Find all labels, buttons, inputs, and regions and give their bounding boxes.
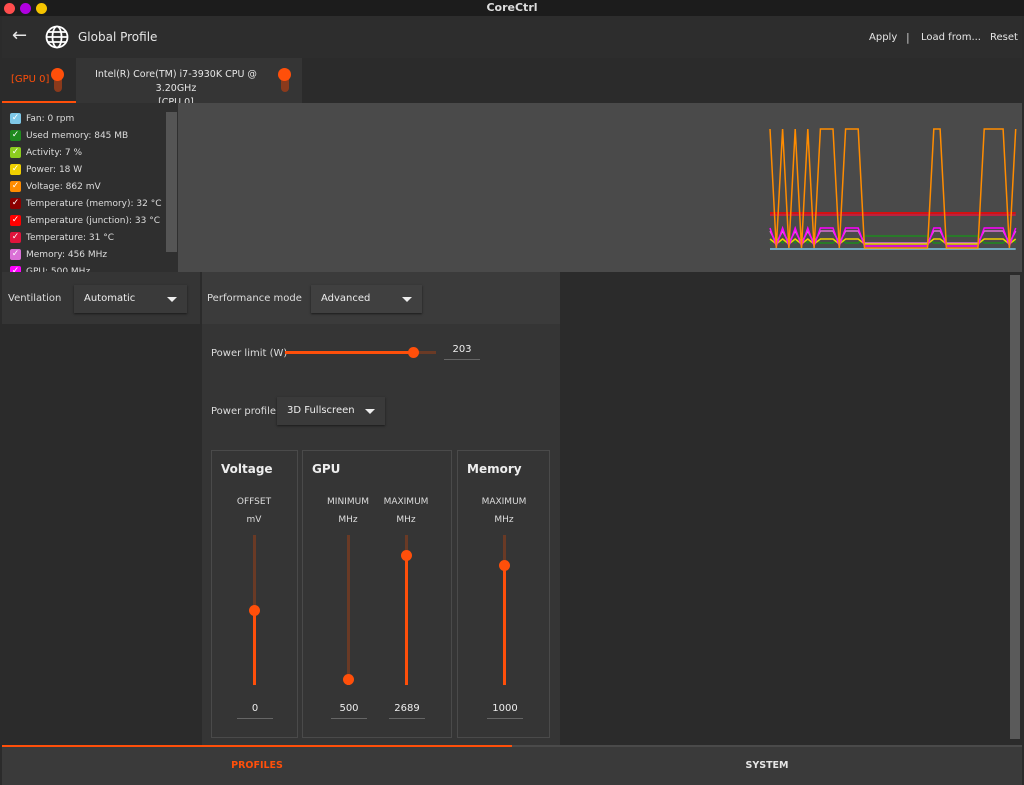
tab-cpu-0[interactable]: Intel(R) Core(TM) i7-3930K CPU @ 3.20GHz… [76, 58, 302, 108]
window-title: CoreCtrl [486, 1, 538, 14]
gpu-box: GPU [302, 450, 452, 738]
sensor-label: Activity: 7 % [26, 147, 83, 158]
sensor-label: Fan: 0 rpm [26, 113, 75, 124]
column-name: MINIMUM [327, 497, 369, 507]
sensor-item[interactable]: ✓ Voltage: 862 mV [10, 178, 101, 195]
memory-title: Memory [467, 462, 522, 476]
sensor-label: Memory: 456 MHz [26, 249, 108, 260]
column-name: OFFSET [236, 497, 272, 507]
chevron-down-icon [365, 409, 375, 414]
sensor-item[interactable]: ✓ Used memory: 845 MB [10, 127, 128, 144]
column-unit: MHz [338, 515, 358, 525]
performance-mode-dropdown[interactable]: Advanced [311, 285, 422, 313]
checkbox-checked-icon[interactable]: ✓ [10, 232, 21, 243]
power-limit-label: Power limit (W) [211, 348, 288, 359]
vertical-slider[interactable] [499, 535, 510, 685]
chevron-down-icon [167, 297, 177, 302]
ventilation-label: Ventilation [8, 293, 62, 304]
checkbox-checked-icon[interactable]: ✓ [10, 130, 21, 141]
sensor-item[interactable]: ✓ Power: 18 W [10, 161, 82, 178]
tab-profiles[interactable]: PROFILES [2, 745, 512, 785]
sensor-item[interactable]: ✓ Memory: 456 MHz [10, 246, 107, 263]
sensor-label: Power: 18 W [26, 164, 83, 175]
sensor-item[interactable]: ✓ Activity: 7 % [10, 144, 82, 161]
sensor-item[interactable]: ✓ Temperature (memory): 32 °C [10, 195, 162, 212]
column-name: MAXIMUM [383, 497, 429, 507]
column-value[interactable]: 0 [237, 703, 273, 719]
device-tabs: [GPU 0] Intel(R) Core(TM) i7-3930K CPU @… [2, 58, 1022, 108]
sensor-label: Temperature (memory): 32 °C [26, 198, 162, 209]
sensor-label: Used memory: 845 MB [26, 130, 129, 141]
reset-button[interactable]: Reset [990, 32, 1018, 43]
ventilation-dropdown[interactable]: Automatic [74, 285, 187, 313]
main-scrollbar[interactable] [1010, 275, 1020, 739]
minimize-window-button[interactable] [20, 3, 31, 14]
checkbox-checked-icon[interactable]: ✓ [10, 249, 21, 260]
back-arrow-icon[interactable]: ← [12, 25, 27, 46]
performance-mode-label: Performance mode [207, 293, 302, 304]
sensor-item[interactable]: ✓ Temperature: 31 °C [10, 229, 114, 246]
column-unit: mV [246, 515, 262, 525]
checkbox-checked-icon[interactable]: ✓ [10, 198, 21, 209]
power-limit-value[interactable]: 203 [444, 344, 480, 360]
voltage-title: Voltage [221, 462, 273, 476]
title-bar: CoreCtrl [0, 0, 1024, 16]
column-value[interactable]: 1000 [487, 703, 523, 719]
vertical-slider[interactable] [249, 535, 260, 685]
apply-button[interactable]: Apply [869, 32, 897, 43]
checkbox-checked-icon[interactable]: ✓ [10, 215, 21, 226]
device-toggle[interactable] [278, 68, 291, 92]
column-unit: MHz [494, 515, 514, 525]
tab-gpu-0[interactable]: [GPU 0] [2, 58, 76, 103]
tab-system[interactable]: SYSTEM [512, 745, 1022, 785]
sensor-label: Temperature (junction): 33 °C [26, 215, 160, 226]
vertical-slider[interactable] [343, 535, 354, 685]
column-value[interactable]: 2689 [389, 703, 425, 719]
sensor-item[interactable]: ✓ Fan: 0 rpm [10, 110, 74, 127]
checkbox-checked-icon[interactable]: ✓ [10, 164, 21, 175]
power-limit-slider[interactable] [285, 347, 436, 358]
sensor-graph [178, 103, 1022, 272]
power-profile-label: Power profile [211, 406, 276, 417]
sensor-list-scrollbar[interactable] [166, 112, 177, 252]
separator: | [906, 31, 910, 44]
profile-title: Global Profile [78, 30, 158, 44]
tab-label: [GPU 0] [11, 74, 50, 85]
globe-icon [45, 25, 69, 49]
column-unit: MHz [396, 515, 416, 525]
gpu-title: GPU [312, 462, 341, 476]
load-from-button[interactable]: Load from... [921, 32, 981, 43]
cpu-pane [560, 272, 1022, 745]
power-profile-dropdown[interactable]: 3D Fullscreen [277, 397, 385, 425]
checkbox-checked-icon[interactable]: ✓ [10, 147, 21, 158]
sensor-list: ✓ Fan: 0 rpm ✓ Used memory: 845 MB ✓ Activity… [2, 103, 178, 272]
chevron-down-icon [402, 297, 412, 302]
close-window-button[interactable] [4, 3, 15, 14]
sensor-item[interactable]: ✓ Temperature (junction): 33 °C [10, 212, 160, 229]
device-toggle[interactable] [51, 68, 64, 92]
column-name: MAXIMUM [481, 497, 527, 507]
fan-pane: Ventilation Automatic [2, 272, 200, 745]
maximize-window-button[interactable] [36, 3, 47, 14]
header: ← Global Profile Apply | Load from... Re… [2, 16, 1022, 58]
sensor-label: Temperature: 31 °C [26, 232, 115, 243]
checkbox-checked-icon[interactable]: ✓ [10, 113, 21, 124]
checkbox-checked-icon[interactable]: ✓ [10, 181, 21, 192]
column-value[interactable]: 500 [331, 703, 367, 719]
sensor-label: Voltage: 862 mV [26, 181, 101, 192]
vertical-slider[interactable] [401, 535, 412, 685]
sensor-item[interactable]: ✓ GPU: 500 MHz [10, 263, 90, 272]
